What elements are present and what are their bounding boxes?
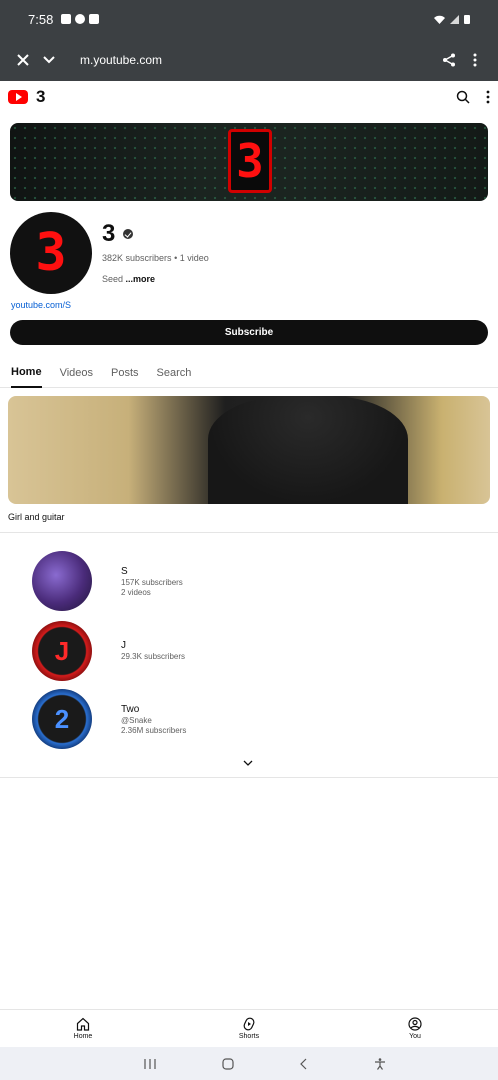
channel-title: 3 — [102, 220, 134, 248]
divider — [0, 777, 498, 778]
android-nav-bar — [0, 1047, 498, 1080]
more-vert-icon[interactable] — [486, 90, 490, 104]
tab-home[interactable]: Home — [11, 358, 42, 388]
channel-link[interactable]: youtube.com/S — [11, 300, 71, 310]
signal-icon — [450, 14, 459, 24]
home-icon — [76, 1017, 90, 1031]
accessibility-icon[interactable] — [374, 1057, 386, 1070]
expand-button[interactable] — [241, 756, 255, 770]
back-icon[interactable] — [299, 1058, 309, 1070]
channel-handle: @Snake — [121, 716, 152, 725]
channel-subscribers: 157K subscribers — [121, 578, 183, 587]
battery-icon — [464, 15, 470, 24]
system-icons — [434, 14, 470, 24]
channel-subscribers: 2.36M subscribers — [121, 726, 187, 735]
header-channel-name: 3 — [36, 87, 46, 106]
you-icon — [408, 1017, 422, 1031]
share-icon — [443, 53, 455, 66]
channel-description[interactable]: Seed ...more — [102, 274, 155, 284]
notification-icons — [61, 14, 100, 24]
channel-title-text: 3 — [102, 220, 116, 247]
channel-name[interactable]: Two — [121, 704, 186, 715]
nav-home-label: Home — [73, 1033, 93, 1040]
tab-search[interactable]: Search — [157, 358, 192, 388]
nav-you[interactable]: You — [332, 1010, 498, 1047]
browser-menu-button[interactable] — [462, 47, 488, 73]
avatar-glyph: J — [54, 635, 70, 666]
recent-apps-icon[interactable] — [143, 1058, 157, 1070]
subscriber-count: 382K subscribers — [102, 253, 172, 263]
featured-video-title[interactable]: Girl and guitar — [8, 512, 65, 522]
chevron-down-icon — [43, 55, 55, 63]
avatar-logo: 3 — [35, 223, 67, 283]
status-bar: 7:58 — [0, 0, 498, 38]
description-text: Seed — [102, 274, 126, 284]
tab-posts[interactable]: Posts — [111, 358, 139, 388]
minimize-button[interactable] — [36, 47, 62, 73]
channel-avatar: 3 — [10, 212, 92, 294]
nav-you-label: You — [409, 1033, 421, 1040]
more-link[interactable]: ...more — [126, 274, 156, 284]
home-button-icon[interactable] — [221, 1057, 234, 1070]
shorts-icon — [243, 1017, 255, 1031]
yt-header: 3 — [0, 81, 498, 113]
channel-video-count: 2 videos — [121, 588, 151, 597]
youtube-logo-icon[interactable] — [8, 90, 28, 104]
channel-subscribers: 29.3K subscribers — [121, 652, 186, 661]
browser-bar: m.youtube.com — [0, 38, 498, 81]
channel-name[interactable]: J — [121, 640, 185, 651]
lock-icon — [89, 14, 100, 24]
channel-name[interactable]: S — [121, 566, 183, 577]
banner-logo: 3 — [228, 129, 272, 193]
subscribe-button[interactable]: Subscribe — [10, 320, 488, 345]
nav-shorts[interactable]: Shorts — [166, 1010, 332, 1047]
wifi-icon — [434, 15, 445, 24]
url-text[interactable]: m.youtube.com — [80, 53, 436, 67]
status-time: 7:58 — [28, 11, 54, 27]
verified-icon — [123, 229, 134, 239]
channel-banner: 3 — [10, 123, 488, 201]
chrome-icon — [75, 14, 86, 24]
close-button[interactable] — [10, 47, 36, 73]
avatar-glyph: 2 — [54, 703, 70, 734]
featured-video-thumbnail[interactable] — [8, 396, 490, 504]
chevron-down-icon — [243, 760, 253, 766]
channel-avatar[interactable] — [32, 551, 92, 611]
channel-avatar[interactable]: J — [32, 621, 92, 681]
search-icon[interactable] — [456, 90, 470, 104]
channel-tabs: Home Videos Posts Search — [0, 358, 498, 388]
gallery-icon — [61, 14, 72, 24]
more-vert-icon — [473, 53, 477, 66]
video-count: 1 video — [179, 253, 209, 263]
channel-avatar[interactable]: 2 — [32, 689, 92, 749]
divider — [0, 532, 498, 533]
channel-meta: 382K subscribers • 1 video — [102, 253, 209, 263]
bottom-nav: Home Shorts You — [0, 1009, 498, 1047]
nav-shorts-label: Shorts — [238, 1033, 260, 1040]
close-icon — [17, 53, 29, 66]
share-button[interactable] — [436, 47, 462, 73]
tab-videos[interactable]: Videos — [60, 358, 93, 388]
thumbnail-figure — [208, 396, 408, 504]
nav-home[interactable]: Home — [0, 1010, 166, 1047]
